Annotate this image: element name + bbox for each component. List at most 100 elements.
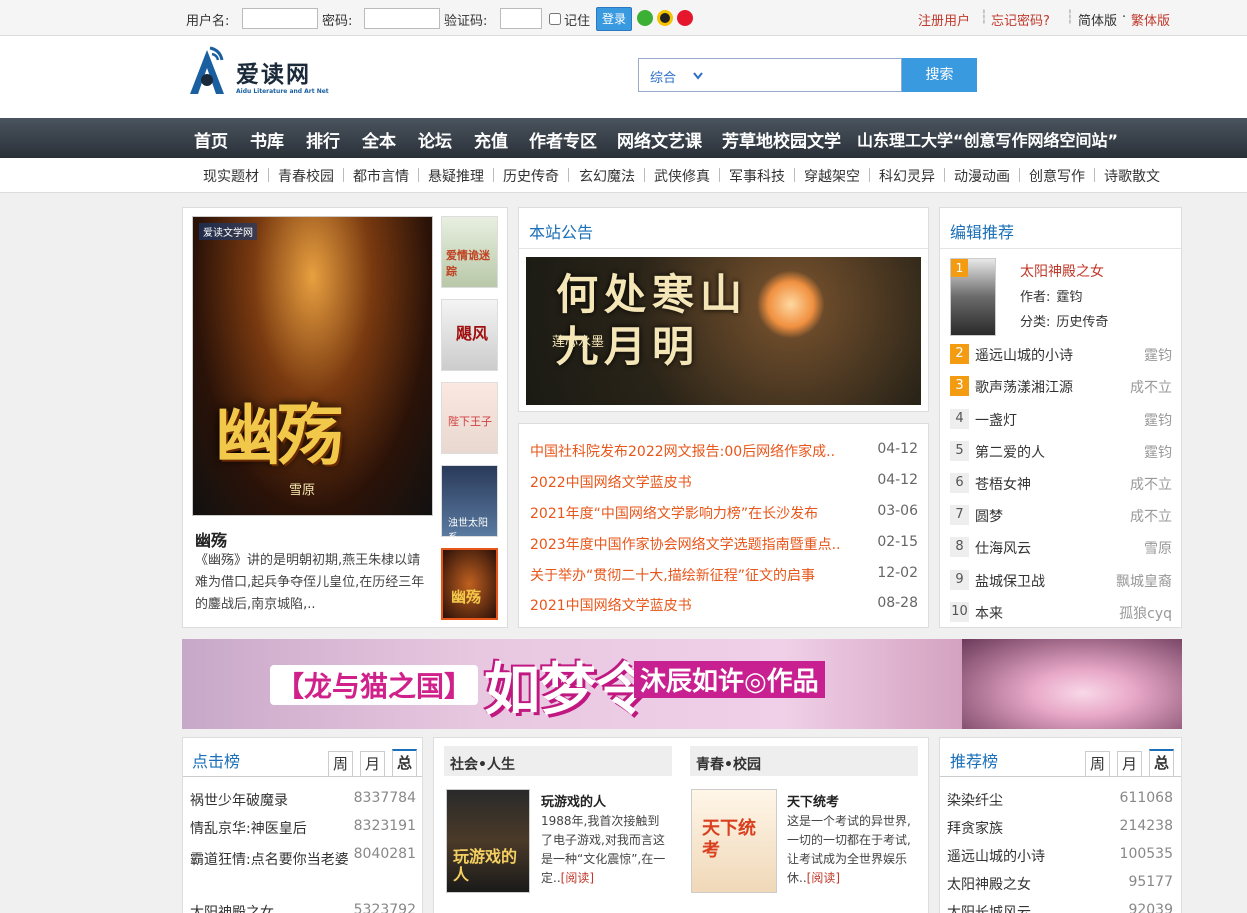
top-book-cover[interactable]: 1 <box>950 258 996 336</box>
list-item[interactable]: 9 盐城保卫战 飘城皇裔 <box>950 570 1172 592</box>
section-header[interactable]: 青春•校园 <box>690 746 918 776</box>
list-item[interactable]: 2 遥远山城的小诗 霆钧 <box>950 344 1172 366</box>
news-item[interactable]: 2021年度“中国网络文学影响力榜”在长沙发布 03-06 <box>530 503 918 525</box>
category-link[interactable]: 诗歌散文 <box>1104 166 1160 186</box>
tab-week[interactable]: 周 <box>328 751 353 776</box>
book-thumb[interactable]: 浊世太阳系 <box>441 465 498 544</box>
divider <box>940 248 1181 249</box>
cover-title: 天下统考 <box>702 818 756 861</box>
tab-week[interactable]: 周 <box>1085 751 1110 776</box>
list-item[interactable]: 3 歌声荡漾湘江源 成不立 <box>950 376 1172 398</box>
username-input[interactable] <box>242 8 318 29</box>
category-link[interactable]: 都市言情 <box>353 166 409 186</box>
list-item[interactable]: 太阳神殿之女 5323792 <box>190 902 416 913</box>
captcha-label: 验证码: <box>444 14 488 29</box>
category-link[interactable]: 武侠修真 <box>654 166 710 186</box>
password-input[interactable] <box>364 8 440 29</box>
list-item[interactable]: 遥远山城的小诗 100535 <box>947 846 1173 868</box>
logo-subtitle: Aidu Literature and Art Net <box>236 88 329 95</box>
list-item[interactable]: 8 仕海风云 雪原 <box>950 537 1172 559</box>
tab-total[interactable]: 总 <box>392 749 417 776</box>
nav-sdut[interactable]: 山东理工大学“创意写作网络空间站” <box>857 127 1118 151</box>
list-item[interactable]: 情乱京华:神医皇后 8323191 <box>190 818 416 840</box>
notice-banner[interactable]: 何处寒山九月明 莲心水墨 <box>526 257 921 405</box>
nav-home[interactable]: 首页 <box>194 127 228 152</box>
logo-text[interactable]: 爱读网 <box>236 55 311 89</box>
read-link[interactable]: [阅读] <box>561 871 594 885</box>
list-item[interactable]: 祸世少年破魔录 8337784 <box>190 790 416 812</box>
read-link[interactable]: [阅读] <box>807 871 840 885</box>
news-item[interactable]: 中国社科院发布2022网文报告:00后网络作家成.. 04-12 <box>530 441 918 463</box>
book-desc: 这是一个考试的异世界,一切的一切都在于考试,让考试成为全世界娱乐休..[阅读] <box>787 814 911 885</box>
nav-complete[interactable]: 全本 <box>362 127 396 152</box>
book-thumb[interactable]: 陛下王子 <box>441 382 498 454</box>
remember-checkbox[interactable] <box>549 13 561 25</box>
qq-icon[interactable] <box>657 10 673 26</box>
list-item[interactable]: 10 本来 孤狼cyq <box>950 602 1172 624</box>
book-thumb[interactable]: 飓风 <box>441 299 498 371</box>
category-link[interactable]: 科幻灵异 <box>879 166 935 186</box>
book-cover[interactable]: 天下统考 <box>691 789 777 893</box>
book-thumb[interactable]: 爱情诡迷踪 <box>441 216 498 288</box>
search-button[interactable]: 搜索 <box>902 58 977 92</box>
top-book-category: 分类: 历史传奇 <box>1020 315 1109 330</box>
search-box[interactable]: 综合 <box>638 58 902 92</box>
top-book-title[interactable]: 太阳神殿之女 <box>1020 261 1104 281</box>
tab-month[interactable]: 月 <box>360 751 385 776</box>
wechat-icon[interactable] <box>637 10 653 26</box>
category-link[interactable]: 悬疑推理 <box>428 166 484 186</box>
tab-month[interactable]: 月 <box>1117 751 1142 776</box>
nav-author[interactable]: 作者专区 <box>529 127 597 152</box>
book-title[interactable]: 玩游戏的人 <box>541 791 606 810</box>
simplified-link[interactable]: 简体版 <box>1078 10 1117 29</box>
featured-book-desc: 《幽殇》讲的是明朝初期,燕王朱棣以靖难为借口,起兵争夺侄儿皇位,在历经三年的鏖战… <box>195 553 425 612</box>
list-item[interactable]: 7 圆梦 成不立 <box>950 505 1172 527</box>
cover-title: 玩游戏的人 <box>453 847 518 884</box>
category-link[interactable]: 历史传奇 <box>503 166 559 186</box>
nav-forum[interactable]: 论坛 <box>418 127 452 152</box>
nav-course[interactable]: 网络文艺课 <box>617 127 702 152</box>
list-item[interactable]: 霸道狂情:点名要你当老婆 8040281 <box>190 846 416 896</box>
traditional-link[interactable]: 繁体版 <box>1131 10 1170 29</box>
list-item[interactable]: 染染纤尘 611068 <box>947 790 1173 812</box>
register-link[interactable]: 注册用户 <box>918 10 970 29</box>
list-item[interactable]: 拜贪家族 214238 <box>947 818 1173 840</box>
news-item[interactable]: 2021中国网络文学蓝皮书 08-28 <box>530 595 918 617</box>
news-item[interactable]: 2023年度中国作家协会网络文学选题指南暨重点.. 02-15 <box>530 534 918 556</box>
weibo-icon[interactable] <box>677 10 693 26</box>
login-button[interactable]: 登录 <box>596 7 632 31</box>
book-cover[interactable]: 玩游戏的人 <box>446 789 530 893</box>
nav-ranking[interactable]: 排行 <box>306 127 340 152</box>
search-type-select[interactable]: 综合 <box>650 67 676 86</box>
nav-recharge[interactable]: 充值 <box>474 127 508 152</box>
featured-book-title[interactable]: 幽殇 <box>195 527 227 551</box>
featured-book-cover[interactable]: 爱读文学网 幽殇 雪原 <box>192 216 433 516</box>
section-header[interactable]: 社会•人生 <box>444 746 672 776</box>
list-item[interactable]: 6 苍梧女神 成不立 <box>950 473 1172 495</box>
forgot-password-link[interactable]: 忘记密码? <box>991 10 1050 29</box>
nav-library[interactable]: 书库 <box>250 127 284 152</box>
remember-label: 记住 <box>564 14 591 29</box>
category-link[interactable]: 穿越架空 <box>804 166 860 186</box>
category-link[interactable]: 青春校园 <box>278 166 334 186</box>
nav-campus[interactable]: 芳草地校园文学 <box>722 127 841 152</box>
category-link[interactable]: 创意写作 <box>1029 166 1085 186</box>
book-title[interactable]: 天下统考 <box>787 791 839 810</box>
category-link[interactable]: 动漫动画 <box>954 166 1010 186</box>
ad-banner[interactable]: 【龙与猫之国】 如梦令 沐辰如许◎作品 <box>182 639 1182 729</box>
list-item[interactable]: 4 一盏灯 霆钧 <box>950 409 1172 431</box>
list-item[interactable]: 太阳长城风云 92039 <box>947 902 1173 913</box>
list-item[interactable]: 太阳神殿之女 95177 <box>947 874 1173 896</box>
category-link[interactable]: 军事科技 <box>729 166 785 186</box>
captcha-input[interactable] <box>500 8 542 29</box>
thumb-title: 爱情诡迷踪 <box>446 249 490 278</box>
tab-total[interactable]: 总 <box>1149 749 1174 776</box>
news-item[interactable]: 关于举办“贯彻二十大,描绘新征程”征文的启事 12-02 <box>530 565 918 587</box>
category-link[interactable]: 玄幻魔法 <box>579 166 635 186</box>
divider <box>519 248 928 249</box>
list-item[interactable]: 5 第二爱的人 霆钧 <box>950 441 1172 463</box>
book-thumb[interactable]: 幽殇 <box>441 548 498 620</box>
category-link[interactable]: 现实题材 <box>203 166 259 186</box>
logo-icon[interactable] <box>184 44 230 100</box>
news-item[interactable]: 2022中国网络文学蓝皮书 04-12 <box>530 472 918 494</box>
